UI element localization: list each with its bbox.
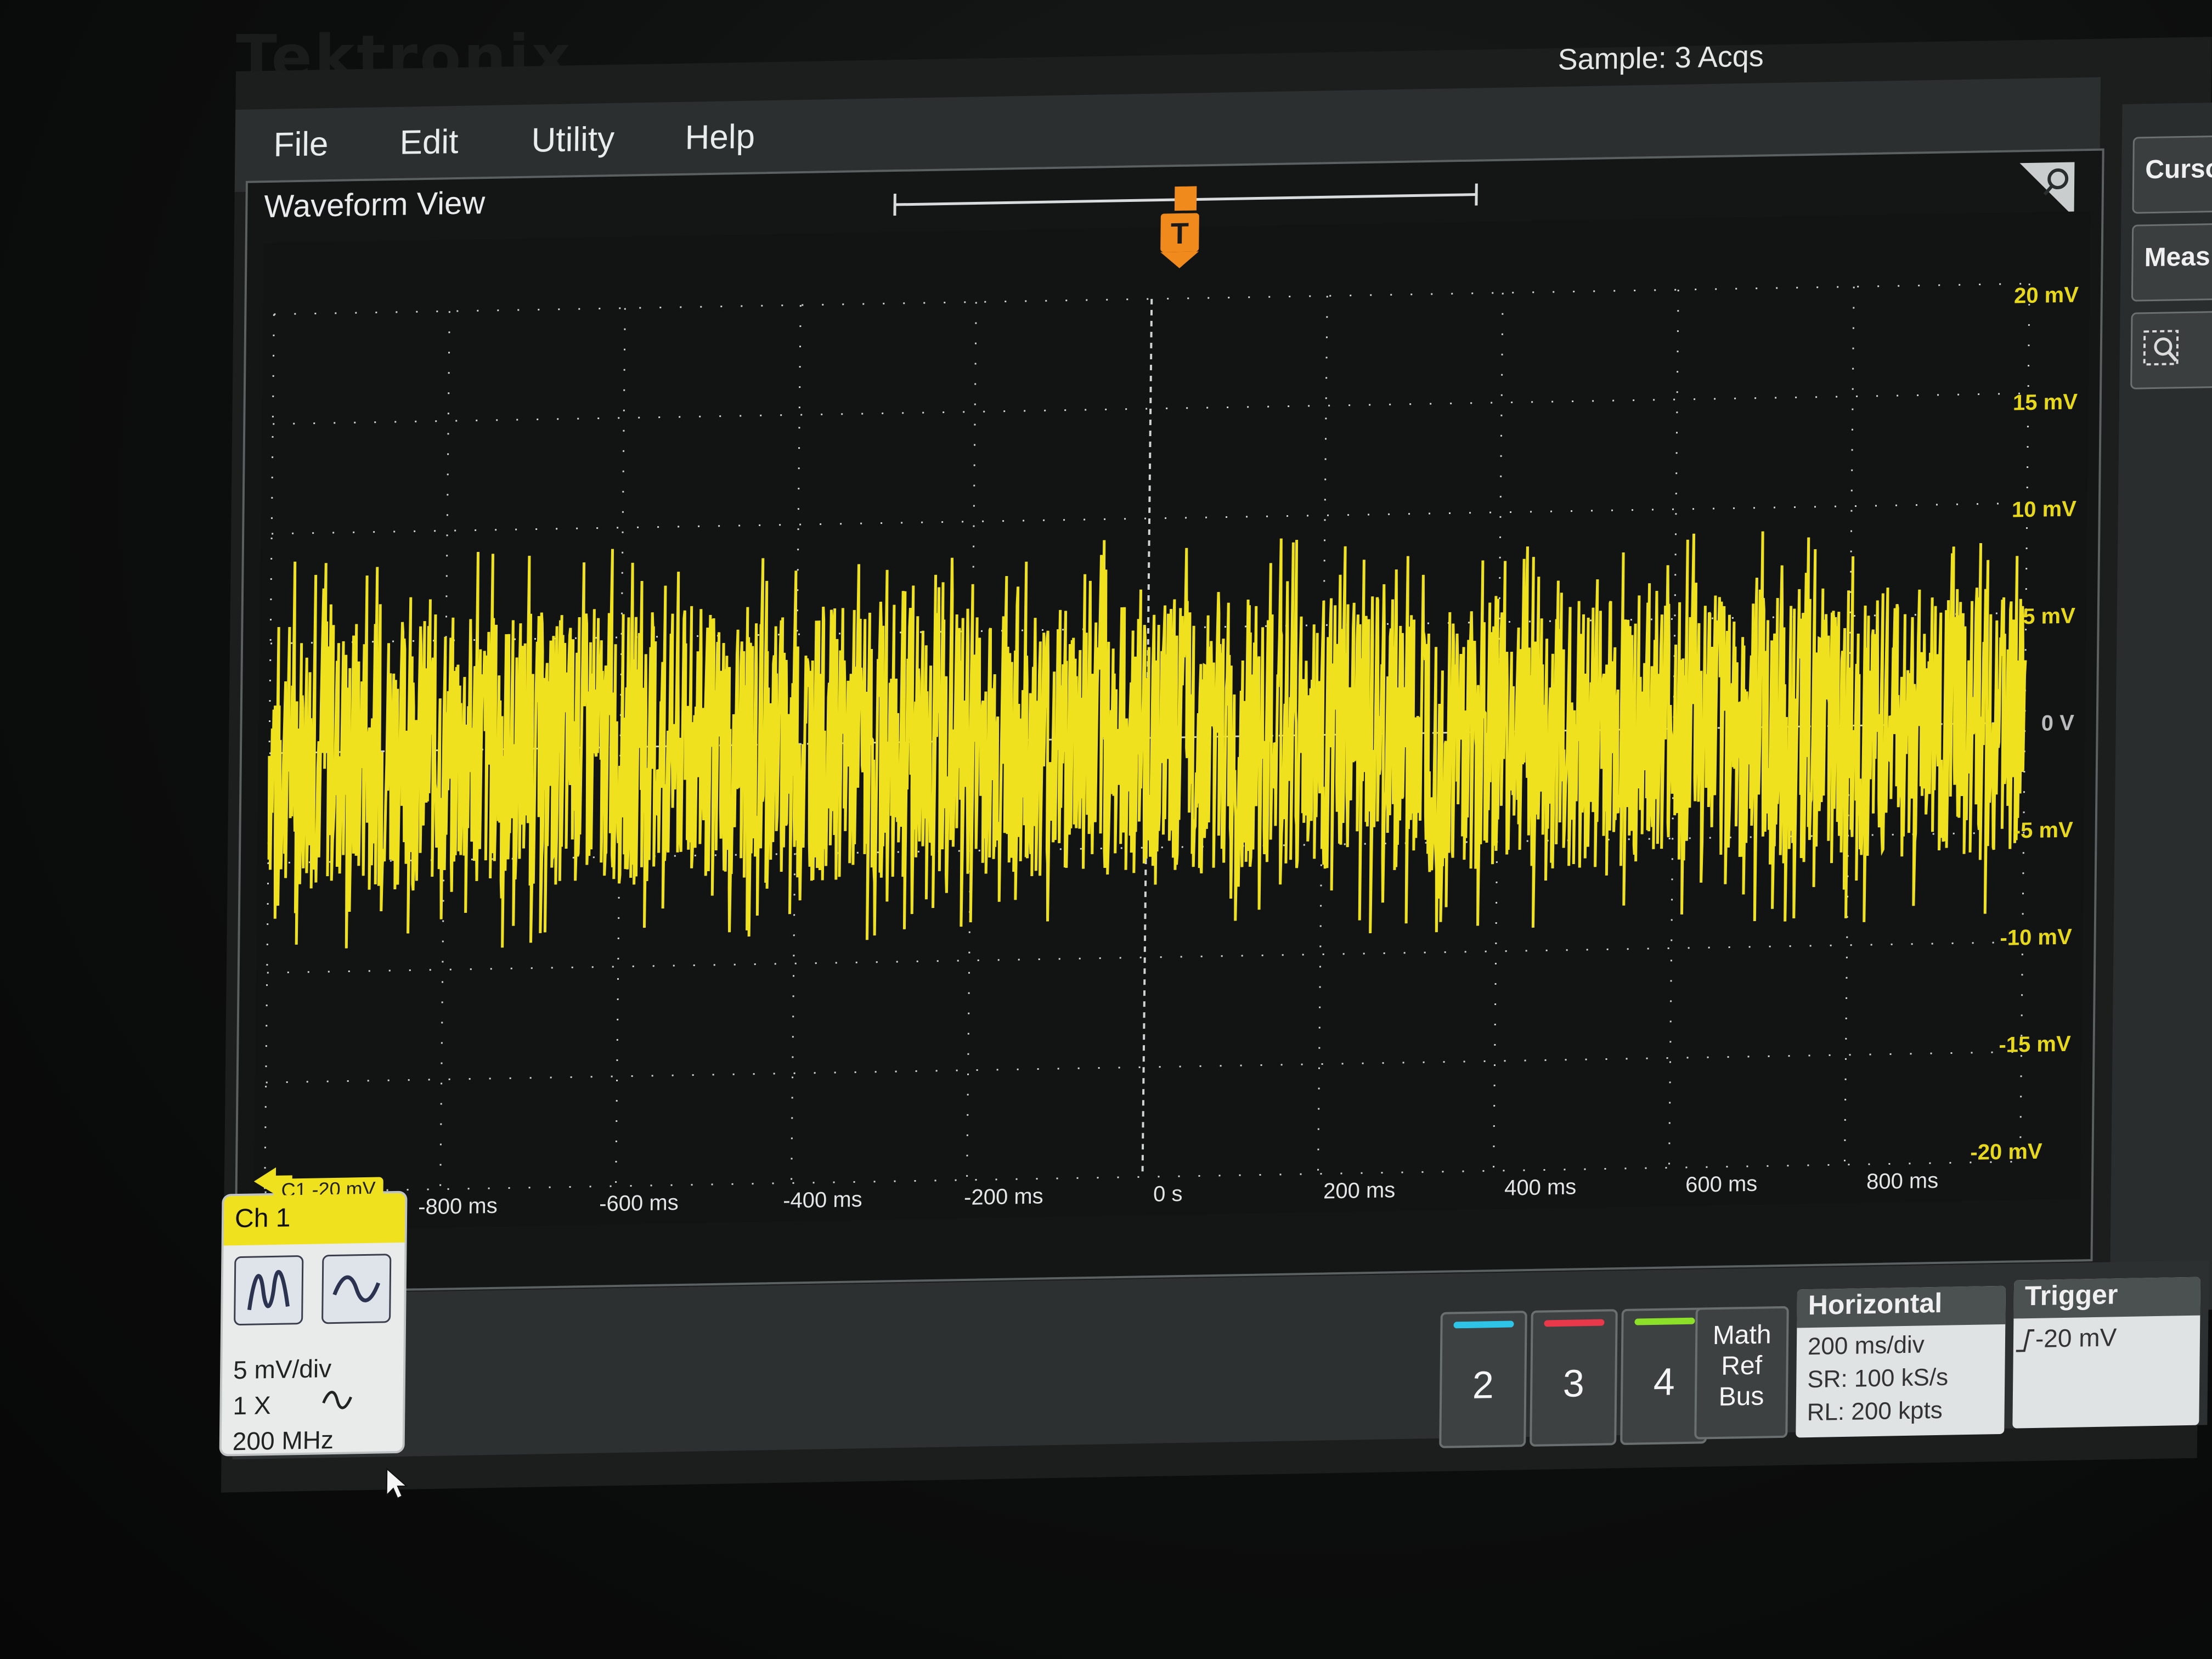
ch1-trace [267, 531, 2027, 949]
horizontal-scale: 200 ms/div [1807, 1331, 1925, 1361]
acquisition-status: Sample: 3 Acqs [1558, 40, 1764, 76]
channel1-waveform-button[interactable] [234, 1255, 304, 1326]
x-tick-0s: 0 s [1153, 1181, 1183, 1206]
channel4-label: 4 [1653, 1360, 1675, 1404]
trigger-level: -20 mV [2035, 1323, 2117, 1353]
trigger-title: Trigger [2013, 1277, 2201, 1319]
waveform-plot[interactable]: 20 mV 15 mV 10 mV 5 mV 0 V -5 mV -10 mV … [253, 211, 2091, 1231]
menu-help[interactable]: Help [685, 117, 755, 157]
measure-button[interactable]: Meas [2131, 223, 2212, 302]
menu-file[interactable]: File [273, 125, 329, 165]
waveform-pulse-icon [247, 1270, 290, 1311]
x-tick-600ms: 600 ms [1685, 1171, 1758, 1197]
channel1-scale: 5 mV/div [233, 1354, 332, 1385]
search-icon [2143, 330, 2179, 366]
right-sidebar: Curso Meas [2109, 102, 2212, 1312]
search-button[interactable] [2130, 311, 2212, 390]
channel3-label: 3 [1562, 1362, 1585, 1405]
cursors-button[interactable]: Curso [2132, 135, 2212, 214]
horizontal-record-length: RL: 200 kpts [1807, 1396, 1943, 1426]
horizontal-title: Horizontal [1797, 1285, 2006, 1328]
ref-label: Ref [1721, 1351, 1763, 1381]
y-tick-10mv: 10 mV [2011, 496, 2077, 522]
channel2-color-stripe [1453, 1321, 1514, 1329]
menu-utility[interactable]: Utility [531, 120, 614, 160]
x-tick-neg200ms: -200 ms [963, 1184, 1043, 1210]
channel1-probe: 1 X [233, 1391, 271, 1420]
y-tick-15mv: 15 mV [2012, 390, 2078, 415]
x-tick-400ms: 400 ms [1504, 1175, 1577, 1200]
channel3-color-stripe [1544, 1319, 1605, 1327]
rising-edge-icon [2016, 1329, 2035, 1352]
channel3-button[interactable]: 3 [1530, 1309, 1618, 1447]
y-tick-neg10mv: -10 mV [2000, 924, 2072, 950]
horizontal-panel[interactable]: Horizontal 200 ms/div SR: 100 kS/s RL: 2… [1796, 1285, 2006, 1438]
y-tick-20mv: 20 mV [2013, 283, 2079, 308]
horizontal-sample-rate: SR: 100 kS/s [1807, 1363, 1949, 1393]
y-tick-neg15mv: -15 mV [1999, 1031, 2071, 1057]
y-tick-0v: 0 V [2041, 710, 2074, 736]
trigger-marker-label: T [1171, 217, 1189, 251]
ac-coupling-icon [322, 1391, 352, 1409]
x-tick-200ms: 200 ms [1323, 1178, 1396, 1204]
channel1-title: Ch 1 [234, 1203, 291, 1234]
mouse-pointer-icon [386, 1468, 408, 1499]
channel1-header: Ch 1 [223, 1193, 405, 1246]
x-tick-800ms: 800 ms [1866, 1168, 1939, 1194]
record-trigger-marker [1174, 186, 1197, 211]
math-label: Math [1712, 1320, 1771, 1351]
trigger-panel[interactable]: Trigger -20 mV [2012, 1277, 2201, 1429]
bus-label: Bus [1718, 1381, 1764, 1412]
channel1-badge[interactable]: C1 -20 mV Ch 1 5 mV/div 1 X 200 MHz [221, 1177, 405, 1456]
waveform-view-panel: Waveform View 20 mV 15 mV 10 mV 5 mV 0 V… [234, 148, 2104, 1294]
channel2-label: 2 [1472, 1363, 1494, 1407]
y-tick-neg5mv: -5 mV [2013, 817, 2073, 843]
sine-icon [332, 1275, 381, 1302]
math-ref-bus-button[interactable]: Math Ref Bus [1694, 1306, 1789, 1440]
y-tick-neg20mv: -20 mV [1970, 1139, 2042, 1165]
channel2-button[interactable]: 2 [1439, 1311, 1527, 1448]
waveform-view-title: Waveform View [264, 185, 486, 225]
channel1-bandwidth: 200 MHz [232, 1425, 334, 1456]
channel4-color-stripe [1634, 1317, 1695, 1325]
channel1-filter-button[interactable] [321, 1254, 392, 1324]
oscilloscope-screen: File Edit Utility Help Sample: 3 Acqs Wa… [221, 37, 2212, 1499]
trigger-position-marker[interactable]: T [1158, 210, 1202, 271]
waveform-graticule [264, 283, 2030, 1193]
y-tick-5mv: 5 mV [2022, 603, 2076, 629]
menu-edit[interactable]: Edit [399, 122, 459, 162]
grid-horizontal-line [274, 283, 2030, 315]
x-tick-neg400ms: -400 ms [782, 1187, 862, 1213]
x-tick-neg800ms: -800 ms [418, 1193, 498, 1220]
x-tick-neg600ms: -600 ms [599, 1190, 679, 1216]
